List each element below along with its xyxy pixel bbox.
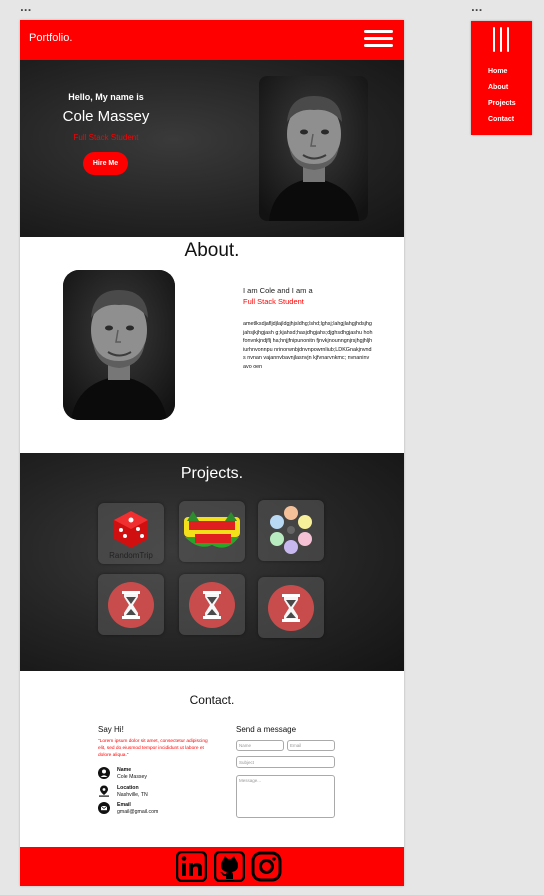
frame-options-icon[interactable]: ... (20, 4, 31, 14)
about-title: About. (184, 240, 240, 261)
svg-text:RandomTrip: RandomTrip (109, 551, 153, 560)
mail-icon (98, 802, 110, 814)
side-menu-projects[interactable]: Projects (488, 100, 516, 107)
contact-location-label: Location (117, 785, 139, 791)
project-tile-randomtrip[interactable]: RandomTrip (98, 503, 164, 564)
say-hi-heading: Say Hi! (98, 725, 124, 734)
about-role: Full Stack Student (243, 297, 304, 306)
about-section: About. I am Cole and I am a Full Stack S… (20, 237, 404, 453)
dinosaur-game-logo (184, 511, 240, 548)
message-textarea[interactable] (236, 775, 335, 818)
brand-logo[interactable]: Portfolio. (29, 32, 72, 44)
contact-email-label: Email (117, 802, 131, 808)
project-tile-coming-soon[interactable] (98, 574, 164, 635)
about-intro: I am Cole and I am a (243, 286, 313, 295)
send-message-heading: Send a message (236, 725, 297, 734)
red-dice-icon: RandomTrip (109, 511, 153, 560)
hourglass-icon (189, 582, 235, 628)
contact-name-label: Name (117, 767, 132, 773)
contact-title: Contact. (189, 693, 235, 707)
project-tile-pastel[interactable] (258, 500, 324, 561)
about-body-text: ametlksdjafljdjlajldgjhjsldhg;lshd;lghsj… (243, 321, 373, 370)
contact-email-value[interactable]: gmail@gmail.com (117, 809, 158, 815)
contact-location-value: Nashville, TN (117, 792, 148, 798)
hero-name: Cole Massey (62, 108, 150, 125)
linkedin-icon[interactable] (176, 851, 207, 882)
hamburger-icon[interactable] (364, 30, 393, 50)
hero-greeting: Hello, My name is (68, 92, 144, 102)
contact-blurb: "Lorem ipsum dolor sit amet, consectetur… (98, 739, 208, 758)
hero-role: Full Stack Student (73, 133, 139, 142)
subject-input[interactable] (236, 756, 335, 768)
project-tile-coming-soon[interactable] (258, 577, 324, 638)
name-input[interactable] (236, 740, 284, 751)
instagram-icon[interactable] (251, 851, 282, 882)
side-menu-about[interactable]: About (488, 84, 508, 91)
footer (20, 847, 404, 886)
contact-section: Contact. Say Hi! "Lorem ipsum dolor sit … (20, 671, 404, 847)
projects-title: Projects. (180, 465, 244, 482)
navbar: Portfolio. (20, 20, 404, 60)
project-tile-coming-soon[interactable] (179, 574, 245, 635)
hero-portrait-photo (259, 76, 368, 221)
location-pin-icon (99, 785, 109, 797)
github-icon[interactable] (214, 851, 245, 882)
projects-section: Projects. RandomTrip (20, 453, 404, 671)
hourglass-icon (268, 585, 314, 631)
project-tile-dinosaurs[interactable] (179, 501, 245, 562)
hire-me-button[interactable]: Hire Me (83, 152, 128, 175)
side-menu: Home About Projects Contact (471, 21, 532, 135)
close-menu-icon[interactable] (492, 27, 510, 52)
portfolio-page: Portfolio. Hello, My name is Cole Massey… (20, 20, 404, 886)
side-menu-home[interactable]: Home (488, 68, 507, 75)
contact-name-value: Cole Massey (117, 774, 147, 780)
about-portrait-photo (63, 270, 175, 420)
frame-options-icon[interactable]: ... (471, 4, 482, 14)
pastel-circles-icon (270, 506, 312, 554)
hero-section: Hello, My name is Cole Massey Full Stack… (20, 60, 404, 237)
side-menu-contact[interactable]: Contact (488, 116, 514, 123)
hourglass-icon (108, 582, 154, 628)
user-icon (98, 767, 110, 779)
email-input[interactable] (287, 740, 335, 751)
